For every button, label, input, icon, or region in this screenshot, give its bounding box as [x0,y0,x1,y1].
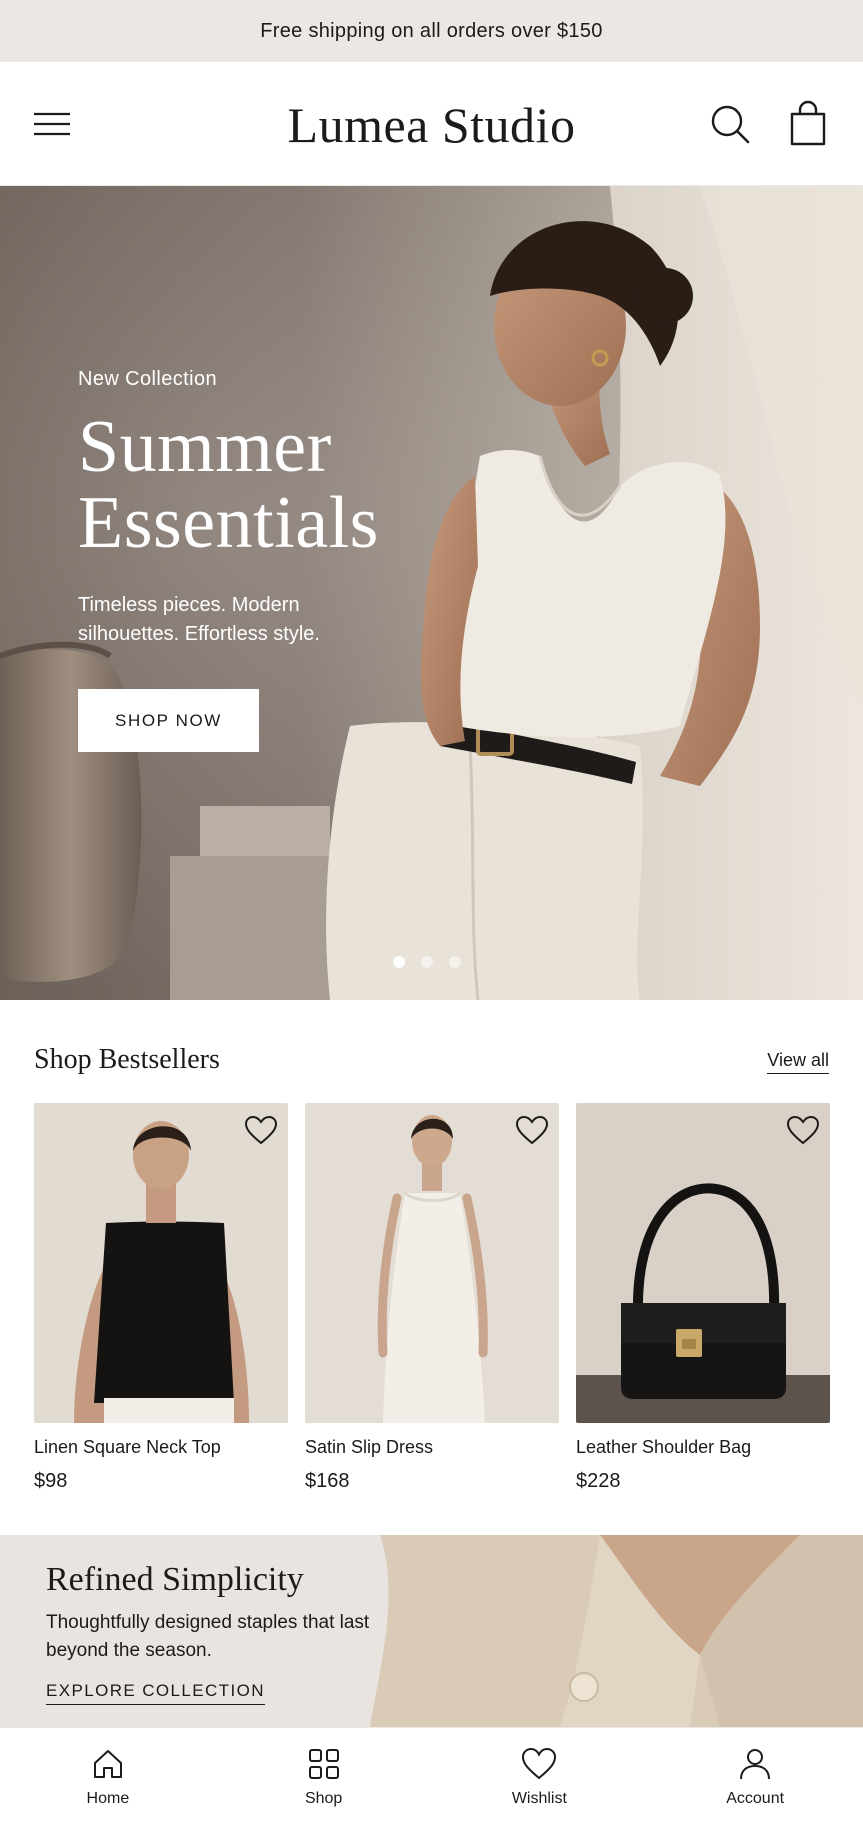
product-price: $168 [305,1470,350,1492]
shop-now-button[interactable]: SHOP NOW [78,689,259,752]
hero-title-line-1: Summer [78,406,332,488]
grid-icon [308,1749,339,1779]
nav-label-home: Home [86,1790,130,1807]
bestsellers-title: Shop Bestsellers [34,1044,220,1075]
promo-subtitle: Thoughtfully designed staples that last … [46,1612,370,1661]
nav-label-shop: Shop [304,1790,343,1807]
product-image[interactable] [305,1103,559,1423]
nav-item-home[interactable]: Home [0,1728,216,1822]
announcement-text: Free shipping on all orders over $150 [260,19,603,42]
announcement-bar: Free shipping on all orders over $150 [0,0,863,62]
explore-collection-link[interactable]: EXPLORE COLLECTION [46,1681,265,1705]
product-image[interactable] [34,1103,288,1423]
shopping-bag-icon[interactable] [786,100,830,148]
search-icon[interactable] [708,102,752,146]
product-price: $228 [576,1470,621,1492]
heart-icon [522,1747,557,1780]
nav-item-shop[interactable]: Shop [216,1728,432,1822]
hero-title-line-2: Essentials [78,482,379,564]
user-icon [740,1749,771,1780]
product-name[interactable]: Leather Shoulder Bag [576,1437,830,1458]
hero-subtitle: Timeless pieces. Modern silhouettes. Eff… [78,594,320,645]
product-card[interactable]: Satin Slip Dress $168 [305,1103,559,1493]
product-price: $98 [34,1470,68,1492]
nav-label-wishlist: Wishlist [511,1790,567,1807]
site-header: Lumea Studio [0,62,863,186]
product-image[interactable] [576,1103,830,1423]
product-name[interactable]: Linen Square Neck Top [34,1437,288,1458]
product-card[interactable]: Linen Square Neck Top $98 [34,1103,288,1493]
home-icon [93,1750,122,1778]
nav-item-wishlist[interactable]: Wishlist [432,1728,648,1822]
view-all-link[interactable]: View all [767,1050,829,1074]
bottom-navigation: Home Shop Wishlist Account [0,1727,863,1822]
promo-title: Refined Simplicity [46,1561,304,1598]
promo-text-block: Refined Simplicity Thoughtfully designed… [46,1561,376,1665]
carousel-pagination [393,956,461,968]
heart-icon[interactable] [786,1115,820,1145]
hero-text-block: New Collection Summer Essentials Timeles… [78,368,438,649]
product-photo-top [34,1103,288,1423]
product-photo-bag [576,1103,830,1423]
hero-eyebrow: New Collection [78,368,217,390]
hero-title: Summer Essentials [78,409,438,561]
nav-item-account[interactable]: Account [647,1728,863,1822]
nav-label-account: Account [726,1790,785,1807]
heart-icon[interactable] [515,1115,549,1145]
carousel-dot-1[interactable] [393,956,405,968]
carousel-dot-2[interactable] [421,956,433,968]
heart-icon[interactable] [244,1115,278,1145]
carousel-dot-3[interactable] [449,956,461,968]
hero-banner[interactable]: New Collection Summer Essentials Timeles… [0,186,863,1000]
promo-banner[interactable]: Refined Simplicity Thoughtfully designed… [0,1535,863,1727]
product-photo-dress [305,1103,559,1423]
product-card[interactable]: Leather Shoulder Bag $228 [576,1103,830,1493]
product-name[interactable]: Satin Slip Dress [305,1437,559,1458]
